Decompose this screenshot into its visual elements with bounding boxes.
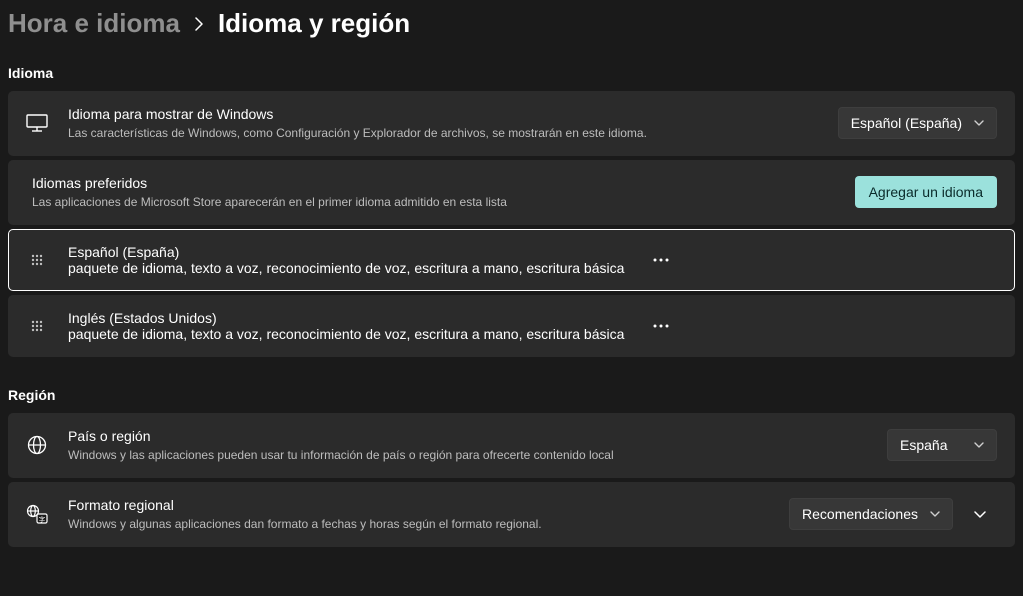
chevron-down-icon — [974, 442, 984, 448]
chevron-down-icon — [930, 511, 940, 517]
country-region-card: País o región Windows y las aplicaciones… — [8, 413, 1015, 478]
monitor-icon — [26, 114, 48, 132]
breadcrumb: Hora e idioma Idioma y región — [8, 8, 1015, 39]
chevron-right-icon — [194, 17, 204, 31]
more-options-button[interactable] — [644, 243, 678, 277]
regional-format-desc: Windows y algunas aplicaciones dan forma… — [68, 516, 769, 533]
country-region-desc: Windows y las aplicaciones pueden usar t… — [68, 447, 867, 464]
add-language-button[interactable]: Agregar un idioma — [855, 176, 997, 208]
section-title-region: Región — [8, 387, 1015, 403]
country-region-dropdown[interactable]: España — [887, 429, 997, 461]
preferred-languages-card: Idiomas preferidos Las aplicaciones de M… — [8, 160, 1015, 225]
language-name: Español (España) — [68, 244, 624, 260]
breadcrumb-parent[interactable]: Hora e idioma — [8, 8, 180, 39]
preferred-languages-title: Idiomas preferidos — [32, 174, 835, 192]
breadcrumb-current: Idioma y región — [218, 8, 410, 39]
display-language-dropdown[interactable]: Español (España) — [838, 107, 997, 139]
display-language-title: Idioma para mostrar de Windows — [68, 105, 818, 123]
regional-format-card: 字 Formato regional Windows y algunas apl… — [8, 482, 1015, 547]
preferred-languages-desc: Las aplicaciones de Microsoft Store apar… — [32, 194, 835, 211]
country-region-value: España — [900, 437, 947, 453]
section-title-language: Idioma — [8, 65, 1015, 81]
more-options-button[interactable] — [644, 309, 678, 343]
regional-format-dropdown[interactable]: Recomendaciones — [789, 498, 953, 530]
display-language-desc: Las características de Windows, como Con… — [68, 125, 818, 142]
drag-handle-icon[interactable] — [26, 319, 48, 333]
display-language-card: Idioma para mostrar de Windows Las carac… — [8, 91, 1015, 156]
country-region-title: País o región — [68, 427, 867, 445]
expand-button[interactable] — [963, 497, 997, 531]
globe-translate-icon: 字 — [26, 504, 48, 524]
language-name: Inglés (Estados Unidos) — [68, 310, 624, 326]
svg-text:字: 字 — [39, 515, 46, 524]
regional-format-value: Recomendaciones — [802, 506, 918, 522]
regional-format-title: Formato regional — [68, 496, 769, 514]
globe-icon — [26, 435, 48, 455]
display-language-value: Español (España) — [851, 115, 962, 131]
language-detail: paquete de idioma, texto a voz, reconoci… — [68, 260, 624, 276]
language-item-english[interactable]: Inglés (Estados Unidos) paquete de idiom… — [8, 295, 1015, 357]
language-detail: paquete de idioma, texto a voz, reconoci… — [68, 326, 624, 342]
language-item-spanish[interactable]: Español (España) paquete de idioma, text… — [8, 229, 1015, 291]
chevron-down-icon — [974, 120, 984, 126]
drag-handle-icon[interactable] — [26, 253, 48, 267]
